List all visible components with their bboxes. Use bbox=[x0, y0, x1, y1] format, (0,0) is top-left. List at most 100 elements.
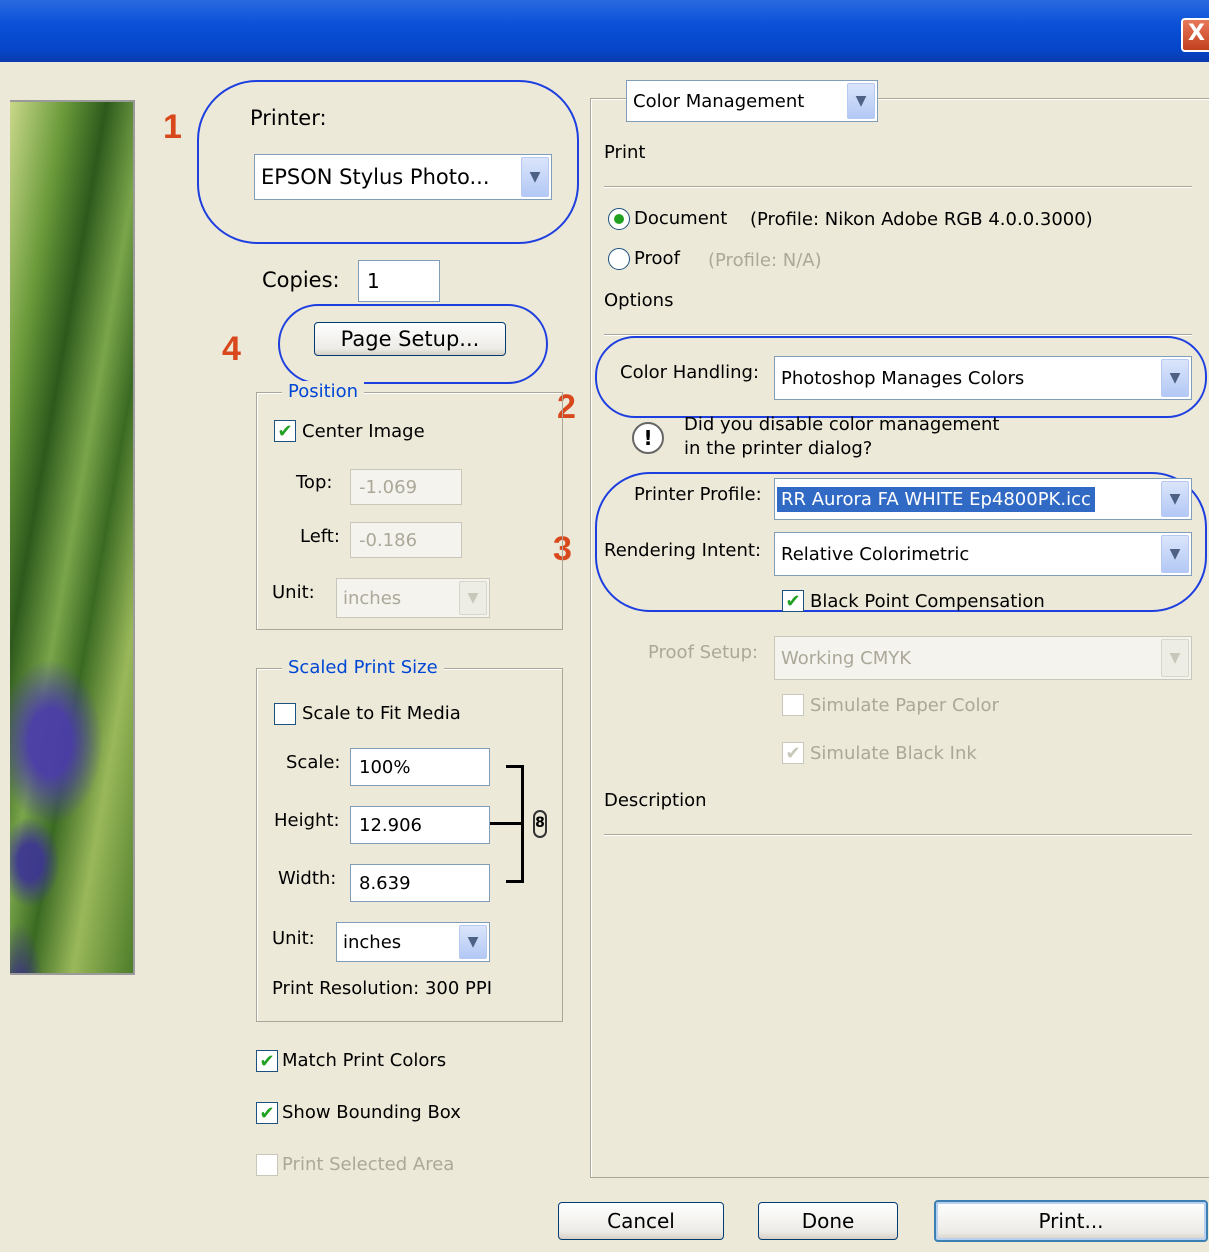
chevron-down-icon: ▼ bbox=[847, 83, 875, 119]
left-input[interactable]: -0.186 bbox=[350, 522, 462, 558]
color-handling-select[interactable]: Photoshop Manages Colors ▼ bbox=[774, 356, 1192, 400]
title-bar bbox=[0, 0, 1209, 62]
proof-setup-label: Proof Setup: bbox=[648, 642, 759, 663]
show-bounding-box-label: Show Bounding Box bbox=[282, 1102, 461, 1123]
rendering-intent-label: Rendering Intent: bbox=[604, 540, 762, 561]
chevron-down-icon: ▼ bbox=[521, 157, 549, 197]
top-value: -1.069 bbox=[359, 476, 418, 498]
chevron-down-icon: ▼ bbox=[1161, 359, 1189, 397]
chevron-down-icon: ▼ bbox=[1161, 481, 1189, 517]
constrain-bracket-stem bbox=[490, 822, 524, 825]
chevron-down-icon: ▼ bbox=[1161, 639, 1189, 677]
warning-line-1: Did you disable color management bbox=[684, 414, 1000, 435]
printer-label: Printer: bbox=[250, 106, 327, 130]
simulate-black-checkbox[interactable]: ✔ bbox=[782, 742, 804, 764]
simulate-paper-checkbox[interactable] bbox=[782, 694, 804, 716]
black-point-checkbox[interactable]: ✔ bbox=[782, 590, 804, 612]
printer-profile-label: Printer Profile: bbox=[634, 484, 762, 505]
check-icon: ✔ bbox=[259, 1050, 275, 1072]
warning-icon: ! bbox=[632, 422, 664, 454]
scale-to-fit-label: Scale to Fit Media bbox=[302, 703, 461, 724]
document-profile-text: (Profile: Nikon Adobe RGB 4.0.0.3000) bbox=[750, 209, 1093, 230]
copies-label: Copies: bbox=[262, 268, 340, 292]
close-button[interactable]: X bbox=[1181, 18, 1209, 52]
copies-value: 1 bbox=[367, 269, 380, 293]
warning-line-2: in the printer dialog? bbox=[684, 438, 873, 459]
print-selected-area-checkbox[interactable] bbox=[256, 1154, 278, 1176]
printer-value: EPSON Stylus Photo... bbox=[261, 165, 490, 189]
position-unit-label: Unit: bbox=[272, 582, 315, 603]
show-bounding-box-checkbox[interactable]: ✔ bbox=[256, 1102, 278, 1124]
close-icon: X bbox=[1188, 21, 1205, 46]
proof-profile-text: (Profile: N/A) bbox=[708, 250, 822, 271]
description-section-header: Description bbox=[604, 790, 707, 811]
document-label: Document bbox=[634, 208, 728, 229]
print-resolution-text: Print Resolution: 300 PPI bbox=[272, 978, 493, 999]
simulate-paper-label: Simulate Paper Color bbox=[810, 695, 999, 716]
color-handling-value: Photoshop Manages Colors bbox=[781, 367, 1025, 389]
center-image-label: Center Image bbox=[302, 421, 425, 442]
check-icon: ✔ bbox=[785, 742, 801, 764]
copies-input[interactable]: 1 bbox=[358, 260, 440, 302]
annotation-number-1: 1 bbox=[163, 108, 182, 146]
center-image-checkbox[interactable]: ✔ bbox=[274, 420, 296, 442]
black-point-label: Black Point Compensation bbox=[810, 591, 1045, 612]
print-selected-area-label: Print Selected Area bbox=[282, 1154, 455, 1175]
scale-value: 100% bbox=[359, 756, 411, 778]
position-unit-value: inches bbox=[343, 587, 402, 609]
color-handling-label: Color Handling: bbox=[620, 362, 760, 383]
link-icon[interactable]: 8 bbox=[533, 810, 547, 838]
print-button[interactable]: Print... bbox=[934, 1200, 1208, 1242]
rendering-intent-select[interactable]: Relative Colorimetric ▼ bbox=[774, 532, 1192, 576]
left-label: Left: bbox=[300, 526, 340, 547]
proof-radio[interactable] bbox=[608, 248, 630, 270]
print-section-header: Print bbox=[604, 142, 646, 163]
check-icon: ✔ bbox=[259, 1102, 275, 1124]
printer-profile-value: RR Aurora FA WHITE Ep4800PK.icc bbox=[777, 486, 1095, 512]
height-input[interactable]: 12.906 bbox=[350, 806, 490, 844]
top-label: Top: bbox=[296, 472, 333, 493]
position-unit-select[interactable]: inches ▼ bbox=[336, 578, 490, 618]
panel-mode-value: Color Management bbox=[633, 90, 805, 112]
printer-select[interactable]: EPSON Stylus Photo... ▼ bbox=[254, 154, 552, 200]
width-label: Width: bbox=[278, 868, 337, 889]
proof-label: Proof bbox=[634, 248, 680, 269]
radio-dot bbox=[614, 214, 624, 224]
description-divider bbox=[604, 834, 1192, 836]
scaled-unit-select[interactable]: inches ▼ bbox=[336, 922, 490, 962]
match-print-colors-label: Match Print Colors bbox=[282, 1050, 447, 1071]
match-print-colors-checkbox[interactable]: ✔ bbox=[256, 1050, 278, 1072]
page-setup-button[interactable]: Page Setup... bbox=[314, 322, 506, 356]
chevron-down-icon: ▼ bbox=[459, 581, 487, 615]
options-section-header: Options bbox=[604, 290, 674, 311]
options-divider bbox=[604, 334, 1192, 336]
done-button[interactable]: Done bbox=[758, 1202, 898, 1240]
height-label: Height: bbox=[274, 810, 340, 831]
position-legend: Position bbox=[282, 381, 365, 402]
panel-mode-select[interactable]: Color Management ▼ bbox=[626, 80, 878, 122]
document-radio[interactable] bbox=[608, 208, 630, 230]
scaled-unit-label: Unit: bbox=[272, 928, 315, 949]
top-input[interactable]: -1.069 bbox=[350, 469, 462, 505]
check-icon: ✔ bbox=[277, 420, 293, 442]
printer-profile-select[interactable]: RR Aurora FA WHITE Ep4800PK.icc ▼ bbox=[774, 478, 1192, 520]
annotation-number-4: 4 bbox=[222, 330, 241, 368]
simulate-black-label: Simulate Black Ink bbox=[810, 743, 977, 764]
check-icon: ✔ bbox=[785, 590, 801, 612]
chevron-down-icon: ▼ bbox=[459, 925, 487, 959]
cancel-button[interactable]: Cancel bbox=[558, 1202, 724, 1240]
width-value: 8.639 bbox=[359, 872, 411, 894]
chevron-down-icon: ▼ bbox=[1161, 535, 1189, 573]
image-preview bbox=[10, 100, 135, 975]
scale-input[interactable]: 100% bbox=[350, 748, 490, 786]
print-divider bbox=[604, 186, 1192, 188]
scale-label: Scale: bbox=[286, 752, 341, 773]
proof-setup-value: Working CMYK bbox=[781, 647, 912, 669]
proof-setup-select[interactable]: Working CMYK ▼ bbox=[774, 636, 1192, 680]
width-input[interactable]: 8.639 bbox=[350, 864, 490, 902]
scaled-print-size-legend: Scaled Print Size bbox=[282, 657, 444, 678]
height-value: 12.906 bbox=[359, 814, 422, 836]
left-value: -0.186 bbox=[359, 529, 418, 551]
scaled-unit-value: inches bbox=[343, 931, 402, 953]
scale-to-fit-checkbox[interactable] bbox=[274, 703, 296, 725]
